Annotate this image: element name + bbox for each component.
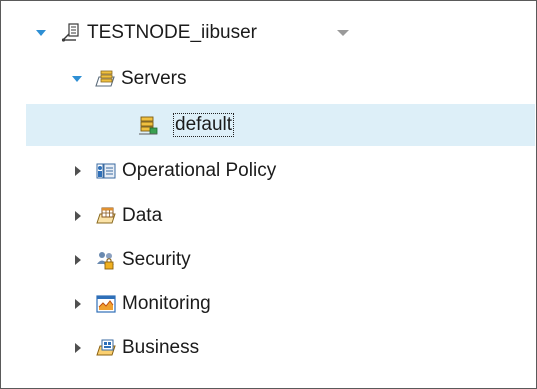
tree-node-servers[interactable]: Servers <box>26 58 535 100</box>
tree-node-security[interactable]: Security <box>26 239 535 281</box>
tree-node-operational-policy[interactable]: Operational Policy <box>26 150 535 192</box>
tree-node-default-server[interactable]: default <box>26 104 535 146</box>
business-icon <box>96 339 116 356</box>
security-icon <box>97 252 114 270</box>
collapsed-arrow-icon[interactable] <box>72 342 84 354</box>
tree-node-business-label: Business <box>122 337 200 358</box>
collapsed-arrow-icon[interactable] <box>72 298 84 310</box>
tree-node-data[interactable]: Data <box>26 195 535 237</box>
chevron-down-icon[interactable] <box>336 28 350 38</box>
tree-node-security-label: Security <box>122 249 191 270</box>
tree-node-operational-policy-label: Operational Policy <box>122 160 277 181</box>
operational-policy-icon <box>96 163 116 179</box>
collapsed-arrow-icon[interactable] <box>72 254 84 266</box>
data-icon <box>96 207 116 224</box>
tree-node-business[interactable]: Business <box>26 327 535 369</box>
tree-node-monitoring[interactable]: Monitoring <box>26 283 535 325</box>
servers-folder-icon <box>95 70 115 87</box>
collapsed-arrow-icon[interactable] <box>72 210 84 222</box>
integration-node-icon <box>61 23 79 42</box>
expanded-arrow-icon[interactable] <box>35 27 47 39</box>
expanded-arrow-icon[interactable] <box>71 73 83 85</box>
tree-node-default-label: default <box>172 113 235 137</box>
tree-node-monitoring-label: Monitoring <box>122 293 211 314</box>
integration-server-icon <box>139 116 158 135</box>
collapsed-arrow-icon[interactable] <box>72 165 84 177</box>
navigator-tree: TESTNODE_iibuser Servers default Operati… <box>0 0 535 387</box>
tree-node-testnode[interactable]: TESTNODE_iibuser <box>26 12 535 54</box>
monitoring-icon <box>96 295 116 313</box>
tree-node-testnode-label: TESTNODE_iibuser <box>87 22 257 43</box>
tree-node-data-label: Data <box>122 205 163 226</box>
tree-node-servers-label: Servers <box>121 68 187 89</box>
